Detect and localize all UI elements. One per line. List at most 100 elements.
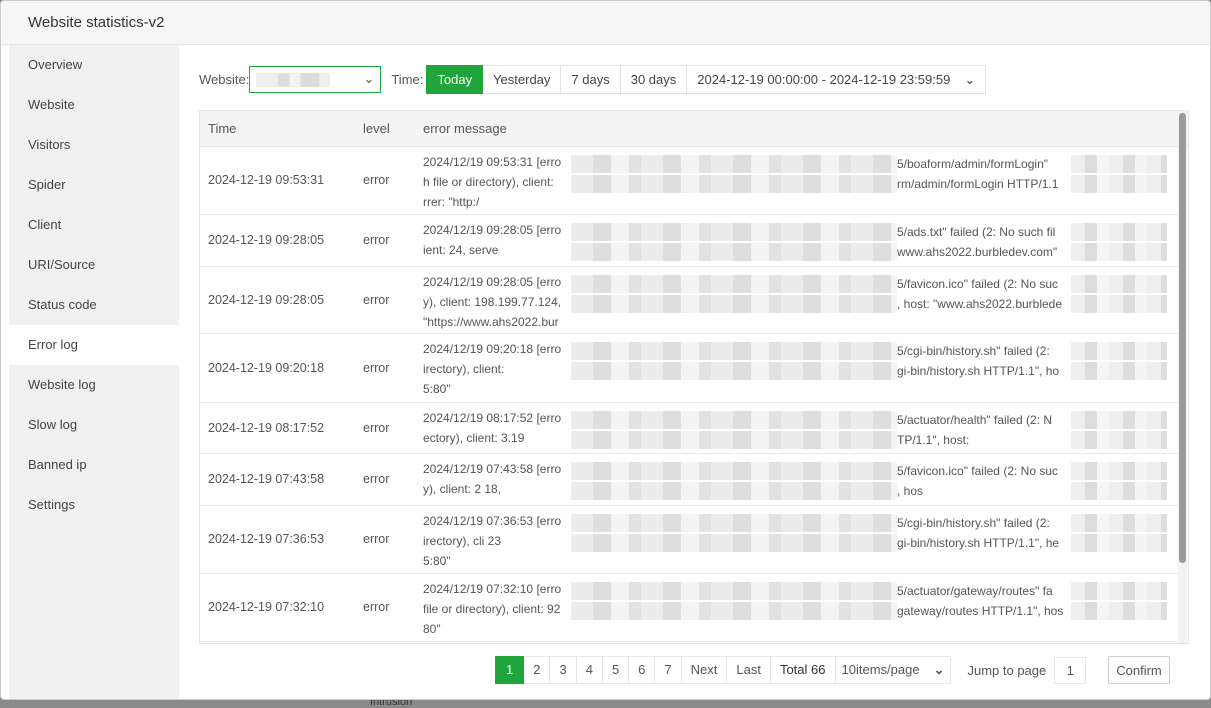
sidebar-item-slow-log[interactable]: Slow log xyxy=(9,405,179,445)
page-2-button[interactable]: 2 xyxy=(524,656,551,684)
window-title: Website statistics-v2 xyxy=(1,1,1210,45)
pagination: 1 2 3 4 5 6 7 Next Last Total 66 10items/page ⌄ Jump… xyxy=(495,656,1170,684)
jump-to-page-label: Jump to page xyxy=(967,662,1047,678)
cell-level: error xyxy=(363,173,390,187)
sidebar-item-status-code[interactable]: Status code xyxy=(9,285,179,325)
total-count: Total 66 xyxy=(770,656,836,684)
message-line: 2024/12/19 09:53:31 [erro 5/boaform/admin… xyxy=(423,155,1173,175)
redacted-block xyxy=(1071,295,1167,313)
message-line: 2024/12/19 09:20:18 [erro 5/cgi-bin/histo… xyxy=(423,342,1173,362)
message-line: 5:80" xyxy=(423,554,1173,574)
message-text-left: 2024/12/19 08:17:52 [erro xyxy=(423,411,562,425)
page-7-button[interactable]: 7 xyxy=(655,656,682,684)
confirm-button[interactable]: Confirm xyxy=(1108,656,1170,684)
sidebar-item-banned-ip[interactable]: Banned ip xyxy=(9,445,179,485)
message-text-right: 5/favicon.ico" failed (2: No suc xyxy=(897,464,1059,478)
page-4-button[interactable]: 4 xyxy=(576,656,603,684)
message-line: 2024/12/19 07:43:58 [erro 5/favicon.ico" … xyxy=(423,462,1173,482)
date-range-picker[interactable]: 2024-12-19 00:00:00 - 2024-12-19 23:59:5… xyxy=(687,65,987,94)
website-select[interactable]: ⌄ xyxy=(249,66,382,93)
message-line: y), client: 2 18, , hos xyxy=(423,482,1173,502)
sidebar-item-client[interactable]: Client xyxy=(9,205,179,245)
message-line: h file or directory), client: rm/admin/fo… xyxy=(423,175,1173,195)
cell-level: error xyxy=(363,420,390,435)
message-text-right: rm/admin/formLogin HTTP/1.1 xyxy=(897,177,1059,191)
cell-time: 2024-12-19 09:20:18 xyxy=(208,360,325,375)
table-header: Time level error message xyxy=(200,111,1188,147)
sidebar: Overview Website Visitors Spider Client URI/S… xyxy=(9,45,179,699)
cell-error-message: 2024/12/19 09:28:05 [erro 5/ads.txt" fail… xyxy=(423,223,1173,263)
chevron-down-icon: ⌄ xyxy=(363,71,375,86)
redacted-block xyxy=(571,602,897,620)
message-line: 2024/12/19 07:36:53 [erro 5/cgi-bin/histo… xyxy=(423,514,1173,534)
message-text-right: 5/favicon.ico" failed (2: No suc xyxy=(897,277,1059,291)
table-row[interactable]: 2024-12-19 07:36:53 error 2024/12/19 07:36… xyxy=(200,506,1178,574)
table-row[interactable]: 2024-12-19 07:43:58 error 2024/12/19 07:43… xyxy=(200,454,1178,506)
message-text-left: irectory), client: xyxy=(423,362,505,376)
message-line: 2024/12/19 07:32:10 [erro 5/actuator/gate… xyxy=(423,582,1173,602)
cell-time: 2024-12-19 09:53:31 xyxy=(208,173,325,187)
message-text-left: ient: 24, serve xyxy=(423,243,499,257)
page-1-button[interactable]: 1 xyxy=(495,656,525,684)
message-text-left: 2024/12/19 09:28:05 [erro xyxy=(423,275,562,289)
date-end: 2024-12-19 23:59:59 xyxy=(829,72,951,87)
filter-toolbar: Website: ⌄ Time: Today Yesterday 7 days … xyxy=(199,65,987,94)
time-7days-button[interactable]: 7 days xyxy=(561,65,621,94)
message-text-right: 5/actuator/gateway/routes" fa xyxy=(897,584,1053,598)
scrollbar-thumb[interactable] xyxy=(1179,113,1186,563)
sidebar-item-visitors[interactable]: Visitors xyxy=(9,125,179,165)
redacted-block xyxy=(571,534,897,552)
table-row[interactable]: 2024-12-19 07:32:10 error 2024/12/19 07:32… xyxy=(200,574,1178,642)
redacted-block xyxy=(1071,482,1167,500)
message-text-right: , hos xyxy=(897,484,924,498)
redacted-block xyxy=(571,175,897,193)
time-label: Time: xyxy=(391,72,424,87)
last-page-button[interactable]: Last xyxy=(727,656,771,684)
table-row[interactable]: 2024-12-19 09:28:05 error 2024/12/19 09:28… xyxy=(200,215,1178,267)
message-text-left: rrer: "http:/ xyxy=(423,195,480,209)
website-label: Website: xyxy=(199,72,250,87)
redacted-block xyxy=(1071,175,1167,193)
table-row[interactable]: 2024-12-19 09:20:18 error 2024/12/19 09:20… xyxy=(200,334,1178,403)
chevron-down-icon: ⌄ xyxy=(933,662,945,677)
sidebar-item-settings[interactable]: Settings xyxy=(9,485,179,525)
table-scrollbar[interactable] xyxy=(1178,111,1187,643)
page-6-button[interactable]: 6 xyxy=(629,656,656,684)
sidebar-item-error-log[interactable]: Error log xyxy=(9,325,179,365)
time-today-button[interactable]: Today xyxy=(426,65,484,94)
message-text-right: www.ahs2022.burbledev.com" xyxy=(897,245,1058,259)
sidebar-item-overview[interactable]: Overview xyxy=(9,45,179,85)
time-yesterday-button[interactable]: Yesterday xyxy=(483,65,562,94)
cell-error-message: 2024/12/19 09:53:31 [erro 5/boaform/admin… xyxy=(423,155,1173,215)
page-3-button[interactable]: 3 xyxy=(550,656,577,684)
redacted-block xyxy=(1071,155,1167,173)
main-panel: Website: ⌄ Time: Today Yesterday 7 days … xyxy=(179,45,1210,699)
redacted-block xyxy=(1071,534,1167,552)
redacted-block xyxy=(1071,602,1167,620)
cell-time: 2024-12-19 07:36:53 xyxy=(208,532,325,546)
redacted-block xyxy=(1071,243,1167,261)
cell-level: error xyxy=(363,233,390,247)
table-row[interactable]: 2024-12-19 09:53:31 error 2024/12/19 09:53… xyxy=(200,147,1178,215)
message-text-left: 2024/12/19 07:32:10 [erro xyxy=(423,582,562,596)
cell-time: 2024-12-19 07:32:10 xyxy=(208,600,325,614)
next-page-button[interactable]: Next xyxy=(681,656,728,684)
cell-error-message: 2024/12/19 07:32:10 [erro 5/actuator/gate… xyxy=(423,582,1173,642)
header-time: Time xyxy=(208,121,237,136)
page-size-select[interactable]: 10items/page ⌄ xyxy=(835,656,952,684)
table-row[interactable]: 2024-12-19 09:28:05 error 2024/12/19 09:28… xyxy=(200,267,1178,334)
sidebar-item-spider[interactable]: Spider xyxy=(9,165,179,205)
message-line: ectory), client: 3.19 TP/1.1", host: xyxy=(423,431,1173,451)
sidebar-item-website-log[interactable]: Website log xyxy=(9,365,179,405)
sidebar-item-uri-source[interactable]: URI/Source xyxy=(9,245,179,285)
sidebar-item-website[interactable]: Website xyxy=(9,85,179,125)
jump-page-input[interactable] xyxy=(1054,656,1087,684)
redacted-block xyxy=(571,155,897,173)
table-row[interactable]: 2024-12-19 08:17:52 error 2024/12/19 08:17… xyxy=(200,403,1178,454)
redacted-block xyxy=(1071,514,1167,532)
redacted-block xyxy=(571,342,897,360)
message-text-left: 2024/12/19 09:20:18 [erro xyxy=(423,342,562,356)
page-5-button[interactable]: 5 xyxy=(602,656,630,684)
redacted-block xyxy=(571,514,897,532)
time-30days-button[interactable]: 30 days xyxy=(620,65,688,94)
